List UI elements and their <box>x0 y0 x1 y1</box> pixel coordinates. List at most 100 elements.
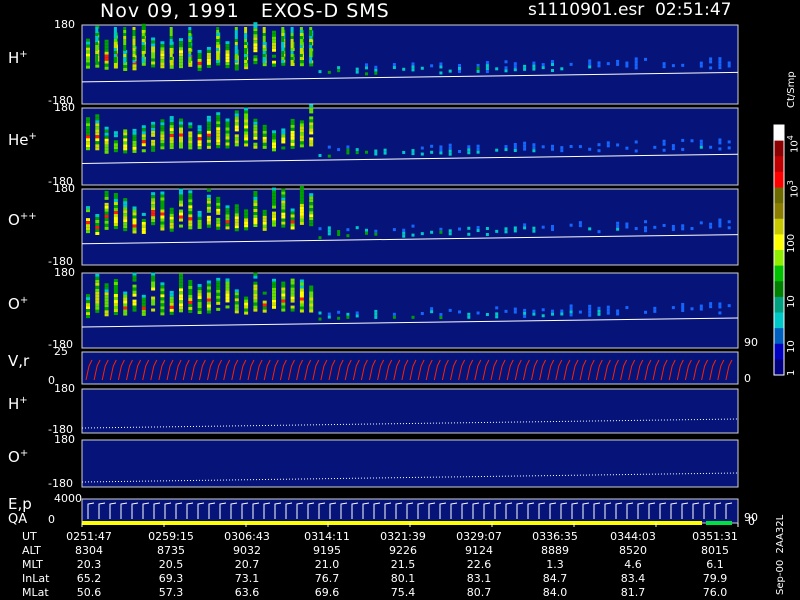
spectrogram-pixel <box>151 124 156 128</box>
spectrogram-pixel <box>160 191 165 195</box>
spectrogram-pixel <box>476 226 480 230</box>
data-row-value: 0259:15 <box>148 530 194 543</box>
spectrogram-pixel <box>169 62 174 66</box>
spectrogram-pixel <box>681 227 685 231</box>
spectrogram-pixel <box>216 205 221 209</box>
spectrogram-pixel <box>662 62 666 66</box>
spectrogram-pixel <box>225 299 230 303</box>
spectrogram-pixel <box>299 294 304 298</box>
spectrogram-pixel <box>309 205 314 209</box>
spectrogram-pixel <box>95 288 100 292</box>
spectrogram-pixel <box>132 39 136 42</box>
spectrogram-pixel <box>104 150 109 154</box>
spectrogram-pixel <box>299 54 303 57</box>
spectrogram-pixel <box>169 54 173 57</box>
spectrogram-pixel <box>355 151 359 155</box>
spectrogram-pixel <box>234 143 239 147</box>
spectrogram-pixel <box>123 54 127 57</box>
spectrogram-pixel <box>151 207 156 211</box>
spectrogram-pixel <box>197 213 202 217</box>
spectrogram-pixel <box>225 290 230 294</box>
spectrogram-pixel <box>169 299 174 303</box>
spectrogram-pixel <box>299 303 304 307</box>
spectrogram-pixel <box>411 233 415 237</box>
spectrogram-pixel <box>299 197 304 201</box>
spectrogram-pixel <box>420 152 424 156</box>
spectrogram-pixel <box>430 150 434 154</box>
spectrogram-pixel <box>485 64 489 68</box>
spectrogram-pixel <box>141 230 146 234</box>
spectrogram-pixel <box>309 119 314 123</box>
spectrogram-pixel <box>272 214 276 218</box>
data-row-label: InLat <box>22 572 50 585</box>
spectrogram-pixel <box>272 63 276 67</box>
spectrogram-pixel <box>699 142 703 146</box>
spectrogram-pixel <box>95 219 100 223</box>
spectrogram-pixel <box>104 51 109 55</box>
spectrogram-pixel <box>309 300 314 304</box>
spectrogram-pixel <box>299 141 304 145</box>
spectrogram-pixel <box>86 41 90 45</box>
spectrogram-pixel <box>244 308 249 312</box>
spectrogram-pixel <box>476 229 480 233</box>
spectrogram-pixel <box>179 44 183 48</box>
spectrogram-pixel <box>244 63 249 67</box>
spectrogram-pixel <box>420 311 424 315</box>
spectrogram-pixel <box>253 28 258 32</box>
colorbar-swatch <box>774 250 784 267</box>
spectrogram-pixel <box>709 225 713 229</box>
spectrogram-pixel <box>309 122 314 126</box>
spectrogram-pixel <box>290 287 295 291</box>
spectrogram-pixel <box>299 282 304 286</box>
spectrogram-pixel <box>160 128 165 132</box>
spectrogram-pixel <box>179 200 183 204</box>
spectrogram-pixel <box>216 130 221 134</box>
panel-background <box>81 498 739 524</box>
spectrogram-pixel <box>113 312 118 316</box>
spectrogram-pixel <box>299 33 303 36</box>
spectrogram-pixel <box>160 125 165 129</box>
spectrogram-pixel <box>532 312 536 316</box>
spectrogram-pixel <box>197 128 202 132</box>
spectrogram-pixel <box>113 30 117 33</box>
spectrogram-pixel <box>690 139 694 143</box>
spectrogram-pixel <box>123 65 128 69</box>
colorbar-tick: 10 <box>786 295 797 308</box>
spectrogram-pixel <box>234 298 239 302</box>
spectrogram-pixel <box>588 59 592 63</box>
spectrogram-pixel <box>197 296 202 300</box>
y-tick-max: 180 <box>54 433 75 446</box>
spectrogram-pixel <box>86 221 90 225</box>
spectrogram-pixel <box>346 151 350 155</box>
spectrogram-pixel <box>448 69 452 73</box>
spectrogram-pixel <box>160 197 165 201</box>
spectrogram-pixel <box>188 57 192 60</box>
spectrogram-pixel <box>234 57 238 60</box>
spectrogram-pixel <box>495 312 499 316</box>
spectrogram-pixel <box>272 299 276 303</box>
spectrogram-pixel <box>606 141 610 145</box>
data-row-value: 0329:07 <box>456 530 502 543</box>
spectrogram-pixel <box>272 130 276 134</box>
spectrogram-pixel <box>206 292 211 296</box>
spectrogram-pixel <box>244 30 248 33</box>
spectrogram-pixel <box>476 144 480 148</box>
spectrogram-pixel <box>160 134 165 138</box>
spectrogram-pixel <box>197 131 202 135</box>
spectrogram-pixel <box>216 139 221 143</box>
spectrogram-pixel <box>448 152 452 156</box>
spectrogram-pixel <box>123 30 127 33</box>
spectrogram-pixel <box>272 217 276 221</box>
spectrogram-pixel <box>234 310 239 314</box>
spectrogram-pixel <box>495 67 499 71</box>
y-tick-max: 180 <box>54 101 75 114</box>
data-row-value: 76.0 <box>702 586 728 599</box>
spectrogram-pixel <box>188 279 193 283</box>
spectrogram-pixel <box>392 315 396 319</box>
spectrogram-pixel <box>104 138 109 142</box>
data-row-value: 84.0 <box>542 586 568 599</box>
spectrogram-pixel <box>299 300 304 304</box>
spectrogram-pixel <box>216 199 221 203</box>
spectrogram-pixel <box>234 51 238 54</box>
spectrogram-pixel <box>281 197 286 201</box>
